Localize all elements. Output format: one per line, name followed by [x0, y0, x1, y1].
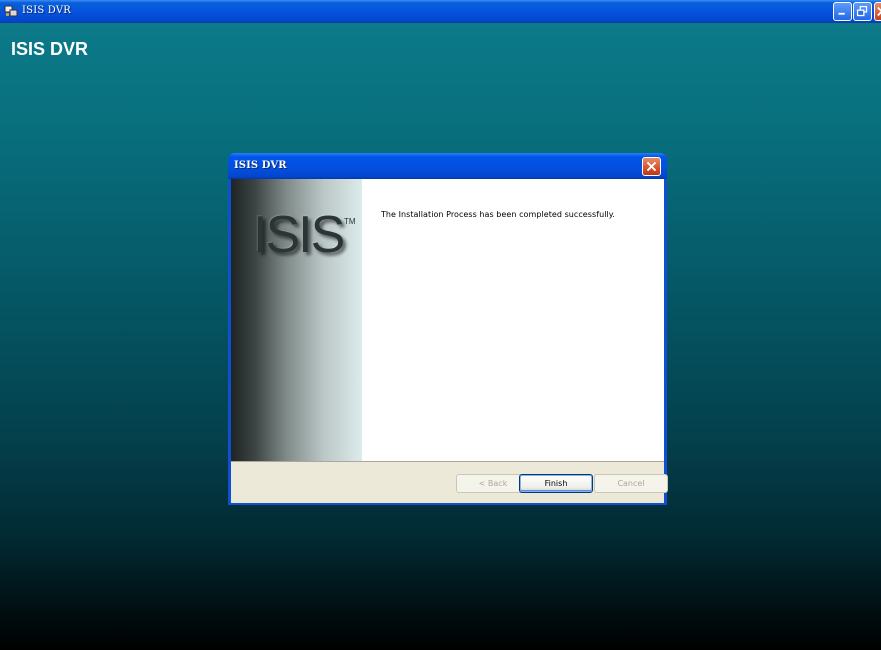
close-icon: [877, 6, 881, 17]
side-banner: ISIS TM: [231, 179, 362, 461]
app-heading: ISIS DVR: [11, 39, 89, 59]
app-window-title: ISIS DVR: [22, 5, 71, 16]
button-strip: < Back Finish Cancel: [231, 461, 668, 503]
completion-message: The Installation Process has been comple…: [381, 210, 615, 219]
installer-dialog: ISIS DVR ISIS TM The Installation Proces…: [228, 153, 668, 505]
isis-logo: ISIS: [253, 206, 345, 264]
dialog-client-area: ISIS TM The Installation Process has bee…: [231, 179, 668, 503]
restore-icon: [856, 5, 868, 17]
minimize-button[interactable]: [833, 2, 852, 21]
minimize-icon: [838, 12, 845, 15]
dialog-close-button[interactable]: [642, 157, 661, 176]
app-close-button[interactable]: [874, 2, 881, 21]
dialog-title: ISIS DVR: [234, 160, 287, 171]
dialog-titlebar[interactable]: ISIS DVR: [228, 153, 667, 179]
restore-button[interactable]: [853, 2, 872, 21]
app-titlebar[interactable]: ISIS DVR: [0, 0, 881, 23]
cancel-button[interactable]: Cancel: [594, 474, 668, 493]
app-icon: [4, 5, 18, 17]
logo-trademark: TM: [344, 217, 356, 226]
close-icon: [646, 161, 657, 172]
finish-button[interactable]: Finish: [519, 474, 593, 493]
